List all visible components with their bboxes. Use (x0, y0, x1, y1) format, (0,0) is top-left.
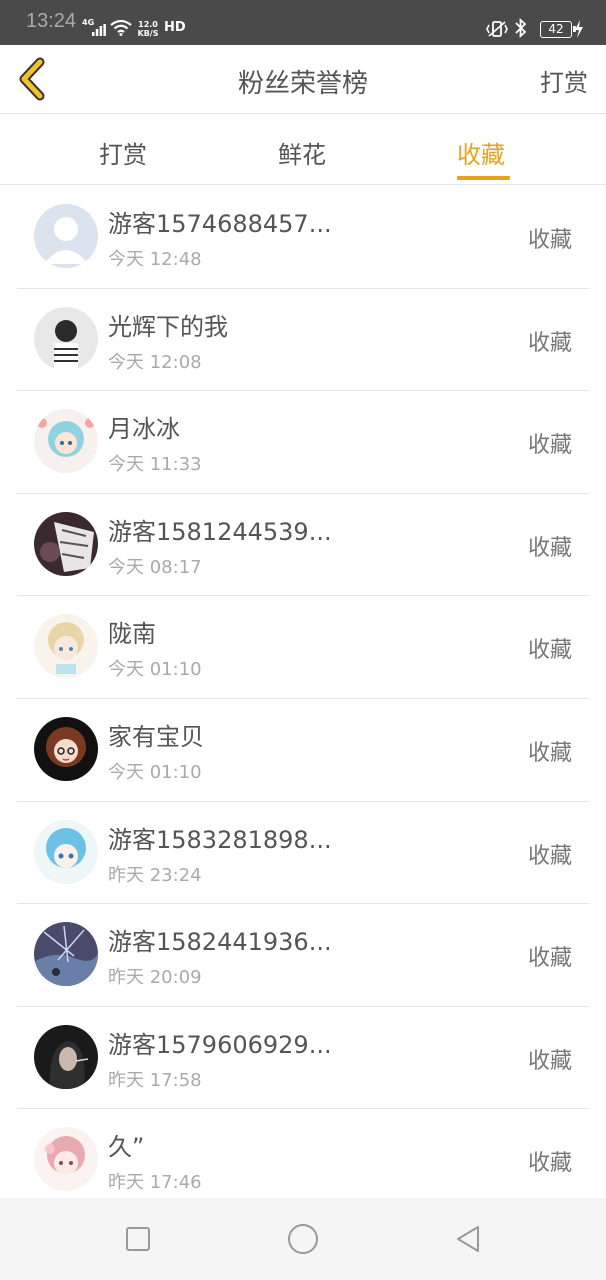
action-label: 收藏 (527, 228, 572, 253)
app-header: 粉丝荣誉榜 打赏 (0, 45, 606, 114)
list-item[interactable]: 陇南 今天 01:10 收藏 (17, 596, 589, 699)
timestamp: 昨天 20:09 (108, 967, 202, 989)
list-item[interactable]: 游客1579606929... 昨天 17:58 收藏 (17, 1007, 589, 1110)
user-photo-icon (34, 1024, 98, 1089)
triangle-back-icon[interactable] (452, 1223, 484, 1255)
anime-avatar-icon (34, 819, 98, 884)
user-name: 家有宝贝 (108, 722, 204, 751)
list-item[interactable]: 家有宝贝 今天 01:10 收藏 (17, 699, 589, 802)
speed-value: 12.0 (138, 20, 158, 29)
fan-list: 游客1574688457... 今天 12:48 收藏 光辉下的我 今天 12:… (0, 186, 606, 1212)
default-user-icon (34, 204, 98, 268)
user-name: 游客1581244539... (108, 517, 332, 546)
avatar (34, 1024, 98, 1089)
avatar (34, 409, 98, 474)
network-speed: 12.0 KB/S (136, 20, 160, 38)
list-item[interactable]: 游客1582441936... 昨天 20:09 收藏 (17, 904, 589, 1007)
timestamp: 昨天 17:58 (108, 1069, 202, 1091)
avatar (34, 819, 98, 884)
action-label: 收藏 (527, 433, 572, 459)
timestamp: 今天 01:10 (108, 659, 202, 681)
status-time: 13:24 (26, 10, 77, 32)
avatar (34, 716, 98, 781)
tab-flowers[interactable]: 鲜花 (278, 135, 326, 170)
anime-avatar-icon (34, 614, 98, 679)
anime-avatar-icon (34, 409, 98, 474)
action-label: 收藏 (527, 1151, 572, 1177)
battery-level: 42 (548, 22, 564, 36)
avatar (34, 922, 98, 987)
list-item[interactable]: 游客1583281898... 昨天 23:24 收藏 (17, 802, 589, 905)
user-name: 游客1583281898... (108, 825, 332, 854)
reward-button[interactable]: 打赏 (540, 63, 588, 98)
action-label: 收藏 (527, 843, 572, 869)
timestamp: 今天 12:48 (108, 249, 202, 270)
square-recents-icon[interactable] (122, 1223, 154, 1255)
timestamp: 今天 01:10 (108, 761, 202, 783)
user-name: 陇南 (108, 620, 156, 649)
timestamp: 今天 11:33 (108, 454, 202, 476)
user-photo-icon (34, 306, 98, 371)
avatar (34, 306, 98, 371)
avatar (34, 1127, 98, 1192)
speed-unit: KB/S (137, 29, 159, 38)
anime-avatar-icon (34, 1127, 98, 1192)
signal-icon (92, 24, 106, 36)
anime-avatar-icon (34, 716, 98, 781)
list-item[interactable]: 久” 昨天 17:46 收藏 (17, 1109, 589, 1212)
list-item[interactable]: 游客1581244539... 今天 08:17 收藏 (17, 494, 589, 597)
status-bar: 13:24 4G 12.0 KB/S HD 42 (0, 0, 606, 45)
page-title: 粉丝荣誉榜 (237, 69, 368, 99)
action-label: 收藏 (527, 946, 572, 972)
user-name: 光辉下的我 (108, 312, 228, 341)
list-item[interactable]: 月冰冰 今天 11:33 收藏 (17, 391, 589, 494)
action-label: 收藏 (527, 330, 572, 356)
hd-indicator: HD (164, 20, 186, 35)
scenery-avatar-icon (34, 922, 98, 987)
action-label: 收藏 (527, 740, 572, 766)
battery-icon: 42 (540, 21, 576, 38)
active-tab-indicator (457, 176, 510, 180)
system-nav-bar (0, 1198, 606, 1280)
timestamp: 今天 12:08 (108, 351, 202, 373)
list-item[interactable]: 光辉下的我 今天 12:08 收藏 (17, 289, 589, 392)
action-label: 收藏 (527, 638, 572, 664)
charging-icon (575, 20, 583, 38)
avatar (34, 204, 98, 268)
action-label: 收藏 (527, 535, 572, 561)
tab-favorites[interactable]: 收藏 (457, 135, 505, 170)
vibrate-icon (486, 21, 508, 37)
action-label: 收藏 (527, 1048, 572, 1074)
bluetooth-icon (515, 18, 527, 38)
avatar (34, 614, 98, 679)
avatar (34, 511, 98, 576)
timestamp: 昨天 23:24 (108, 864, 202, 886)
wifi-icon (110, 20, 132, 36)
list-item[interactable]: 游客1574688457... 今天 12:48 收藏 (17, 186, 589, 289)
timestamp: 今天 08:17 (108, 556, 202, 578)
circle-home-icon[interactable] (287, 1223, 319, 1255)
timestamp: 昨天 17:46 (108, 1172, 202, 1194)
user-name: 久” (108, 1133, 145, 1162)
user-name: 游客1582441936... (108, 928, 332, 957)
user-name: 月冰冰 (108, 415, 180, 444)
user-name: 游客1574688457... (108, 210, 332, 238)
tab-bar: 打赏 鲜花 收藏 (0, 115, 606, 185)
chevron-left-icon[interactable] (14, 57, 50, 101)
user-name: 游客1579606929... (108, 1030, 332, 1059)
tab-reward[interactable]: 打赏 (99, 135, 147, 170)
user-photo-icon (34, 511, 98, 576)
